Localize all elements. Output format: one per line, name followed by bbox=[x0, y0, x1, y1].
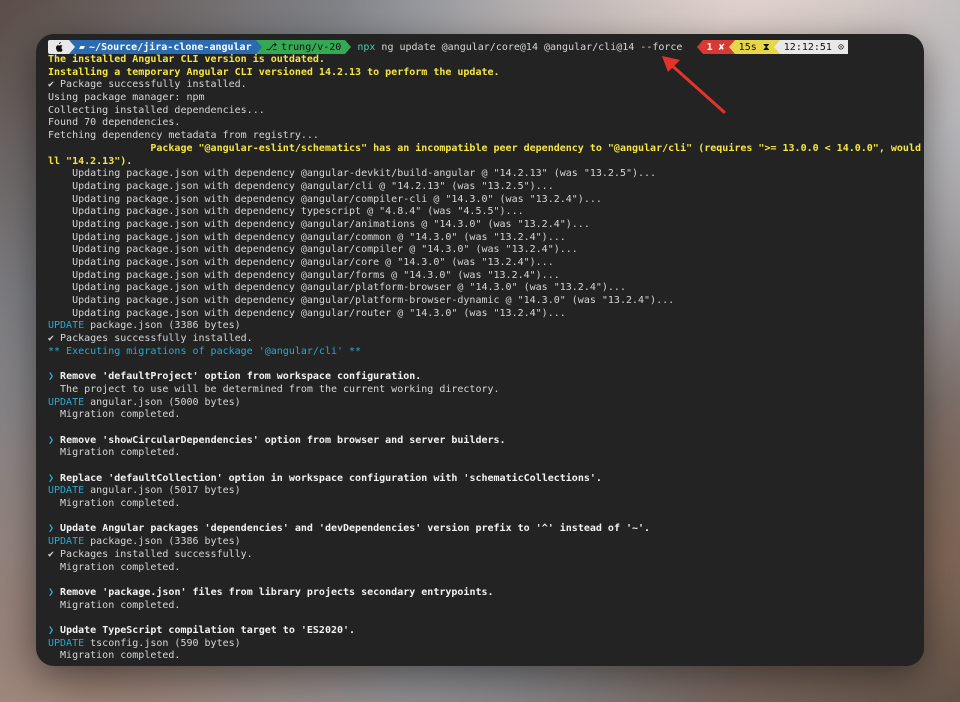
output-line: Migration completed. bbox=[48, 650, 181, 662]
output-line: Migration completed. bbox=[48, 599, 181, 611]
terminal-window[interactable]: ▰ ~/Source/jira-clone-angular ⎇ trung/v-20… bbox=[36, 34, 924, 666]
output-line: ❯ Update Angular packages 'dependencies'… bbox=[48, 523, 924, 536]
output-line: ✔ Packages installed successfully. bbox=[48, 548, 253, 560]
output-line: ❯ Update TypeScript compilation target t… bbox=[48, 625, 924, 638]
git-branch: ⎇ trung/v-20 bbox=[261, 40, 346, 54]
output-line: Updating package.json with dependency @a… bbox=[48, 269, 560, 281]
output-line: Package "@angular-eslint/schematics" has… bbox=[48, 142, 924, 154]
output-line: Migration completed. bbox=[48, 498, 181, 510]
output-line: ** Executing migrations of package '@ang… bbox=[48, 345, 362, 357]
output-line: Updating package.json with dependency @a… bbox=[48, 307, 566, 319]
output-line: UPDATE angular.json (5000 bytes) bbox=[48, 397, 924, 410]
output-line: UPDATE tsconfig.json (590 bytes) bbox=[48, 638, 924, 651]
current-directory: ▰ ~/Source/jira-clone-angular bbox=[75, 40, 256, 54]
output-line: Installing a temporary Angular CLI versi… bbox=[48, 66, 500, 78]
output-line: Updating package.json with dependency @a… bbox=[48, 168, 657, 180]
output-line: Updating package.json with dependency @a… bbox=[48, 231, 566, 243]
output-line: Updating package.json with dependency @a… bbox=[48, 218, 590, 230]
exit-status-badge: 1 ✘ bbox=[702, 40, 729, 54]
annotation-arrow-icon bbox=[662, 56, 726, 114]
output-line: The project to use will be determined fr… bbox=[48, 383, 500, 395]
output-line-text: Update Angular packages 'dependencies' a… bbox=[54, 523, 651, 535]
output-line-text: Replace 'defaultCollection' option in wo… bbox=[54, 472, 602, 484]
output-line-text: Update TypeScript compilation target to … bbox=[54, 624, 356, 636]
command-line[interactable]: npx ng update @angular/core@14 @angular/… bbox=[357, 42, 682, 53]
output-line: ll "14.2.13"). bbox=[48, 155, 133, 167]
output-line: ❯ Remove 'defaultProject' option from wo… bbox=[48, 371, 924, 384]
update-tag: UPDATE bbox=[48, 396, 85, 408]
output-line: ❯ Replace 'defaultCollection' option in … bbox=[48, 473, 924, 486]
output-line-text: tsconfig.json (590 bytes) bbox=[84, 637, 241, 649]
output-line: UPDATE package.json (3386 bytes) bbox=[48, 536, 924, 549]
clock-badge: 12:12:51 ⊙ bbox=[779, 40, 848, 54]
folder-icon: ▰ bbox=[79, 41, 86, 53]
update-tag: UPDATE bbox=[48, 485, 85, 497]
output-line: Found 70 dependencies. bbox=[48, 117, 181, 129]
output-line: Updating package.json with dependency @a… bbox=[48, 282, 626, 294]
output-line-text: package.json (3386 bytes) bbox=[84, 320, 241, 332]
output-line-text: angular.json (5000 bytes) bbox=[84, 396, 241, 408]
right-status: 1 ✘ 15s ⧗ 12:12:51 ⊙ bbox=[696, 40, 848, 54]
output-line: Migration completed. bbox=[48, 561, 181, 573]
output-line: ❯ Remove 'package.json' files from libra… bbox=[48, 587, 924, 600]
output-line-text: angular.json (5017 bytes) bbox=[84, 485, 241, 497]
output-line: Migration completed. bbox=[48, 409, 181, 421]
output-line: Updating package.json with dependency ty… bbox=[48, 206, 524, 218]
branch-name: trung/v-20 bbox=[281, 41, 342, 53]
output-lines: The installed Angular CLI version is out… bbox=[48, 54, 924, 663]
command-npx: npx bbox=[357, 41, 376, 53]
output-line-text: Remove 'showCircularDependencies' option… bbox=[54, 434, 506, 446]
output-line-text: Remove 'package.json' files from library… bbox=[54, 586, 494, 598]
duration-badge: 15s ⧗ bbox=[734, 40, 774, 54]
update-tag: UPDATE bbox=[48, 320, 85, 332]
output-line-text: package.json (3386 bytes) bbox=[84, 536, 241, 548]
output-line: Fetching dependency metadata from regist… bbox=[48, 130, 319, 142]
update-tag: UPDATE bbox=[48, 637, 85, 649]
git-branch-icon: ⎇ bbox=[265, 41, 278, 53]
output-line: Updating package.json with dependency @a… bbox=[48, 180, 554, 192]
output-line: Using package manager: npm bbox=[48, 92, 205, 104]
output-line: UPDATE angular.json (5017 bytes) bbox=[48, 485, 924, 498]
output-line: Updating package.json with dependency @a… bbox=[48, 244, 578, 256]
output-line: Updating package.json with dependency @a… bbox=[48, 193, 602, 205]
output-line: ✔ Package successfully installed. bbox=[48, 79, 247, 91]
output-line: UPDATE package.json (3386 bytes) bbox=[48, 320, 924, 333]
output-line: Updating package.json with dependency @a… bbox=[48, 257, 554, 268]
command-args: ng update @angular/core@14 @angular/cli@… bbox=[375, 41, 683, 53]
output-line: Migration completed. bbox=[48, 447, 181, 459]
output-line: The installed Angular CLI version is out… bbox=[48, 54, 325, 65]
output-line: Updating package.json with dependency @a… bbox=[48, 295, 675, 307]
terminal-output[interactable]: ▰ ~/Source/jira-clone-angular ⎇ trung/v-20… bbox=[48, 40, 924, 663]
directory-path: ~/Source/jira-clone-angular bbox=[89, 41, 252, 53]
apple-icon bbox=[48, 40, 69, 54]
update-tag: UPDATE bbox=[48, 536, 85, 548]
output-line: ✔ Packages successfully installed. bbox=[48, 333, 253, 345]
prompt-separator bbox=[345, 40, 352, 54]
output-line: ❯ Remove 'showCircularDependencies' opti… bbox=[48, 435, 924, 448]
output-line: Collecting installed dependencies... bbox=[48, 104, 265, 116]
output-line-text: Remove 'defaultProject' option from work… bbox=[54, 371, 422, 383]
